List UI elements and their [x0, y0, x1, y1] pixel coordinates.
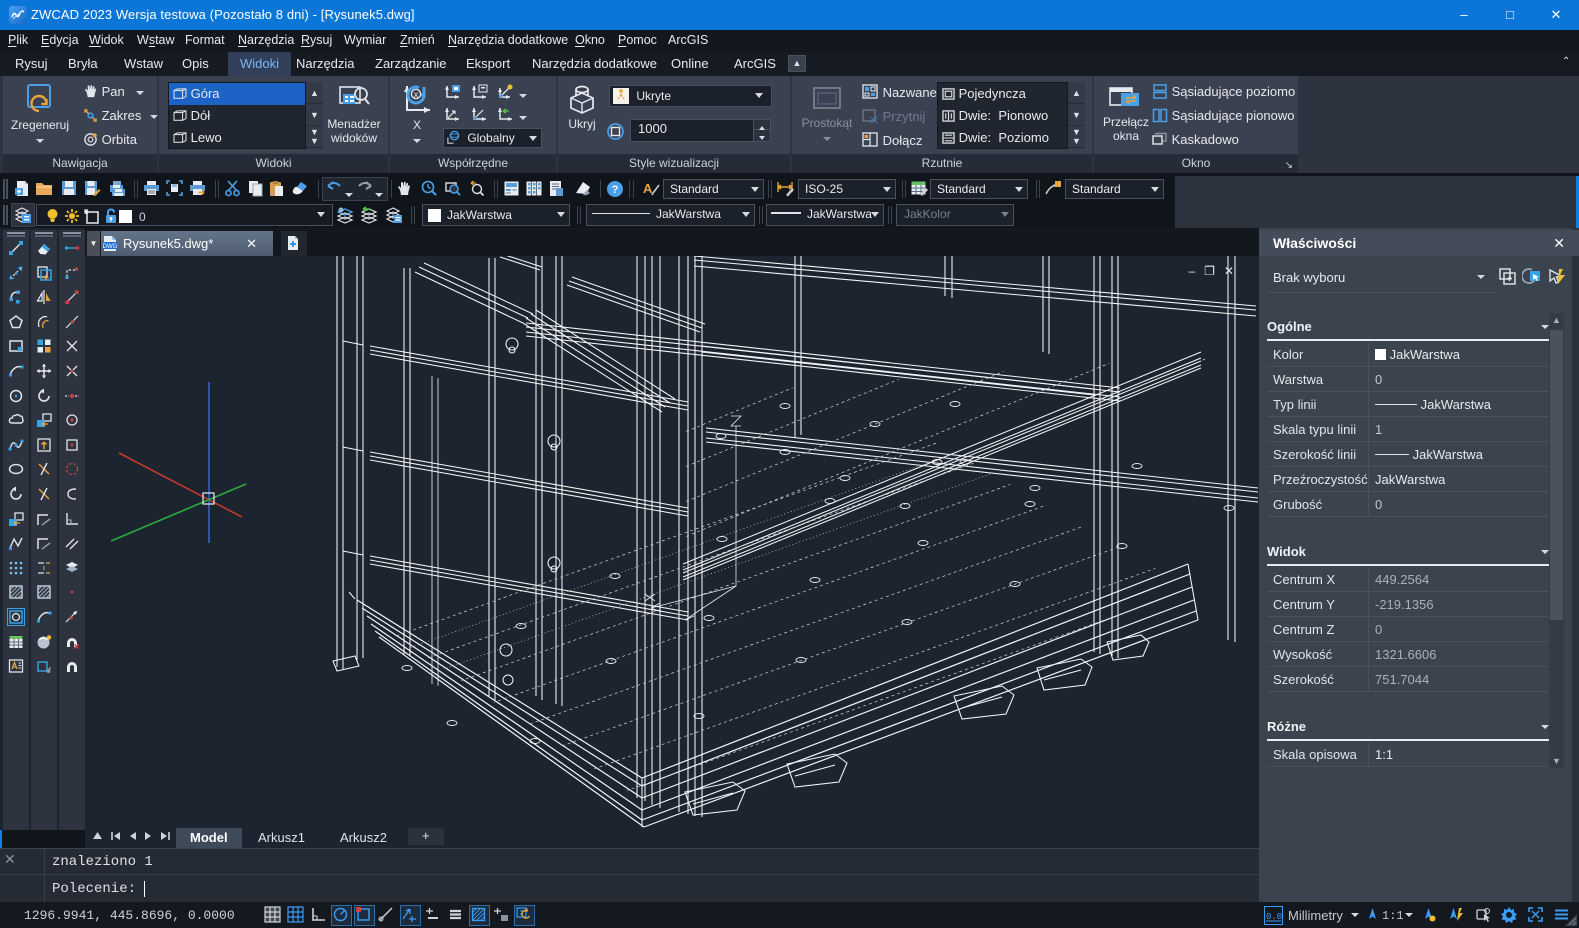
svg-text:DWG: DWG [103, 244, 118, 250]
svg-text:A: A [643, 181, 653, 196]
svg-text:x: x [414, 90, 419, 100]
svg-text:?: ? [612, 184, 619, 196]
